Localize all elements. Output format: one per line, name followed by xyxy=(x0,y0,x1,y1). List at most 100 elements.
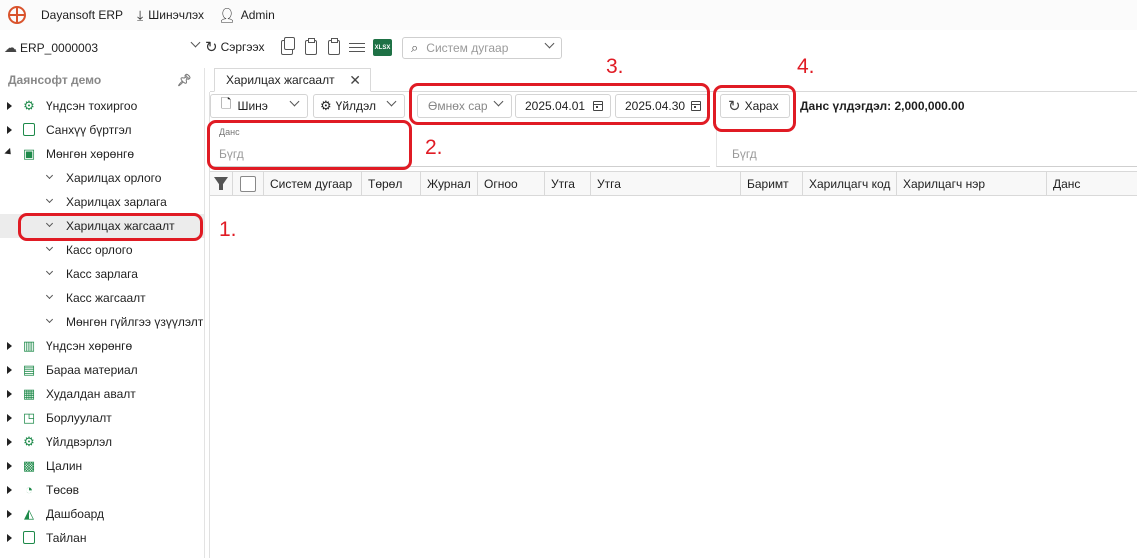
sidebar-subitem-label: Касс орлого xyxy=(66,243,133,257)
sidebar-item-label: Санхүү бүртгэл xyxy=(46,123,132,137)
search-icon: ⌕ xyxy=(411,40,419,55)
annotation-number-4: 4. xyxy=(797,55,815,78)
context-bar: ☁︎ ERP_0000003 ↻ Сэргээх XLSX ⌕ xyxy=(0,34,1137,62)
sidebar-subitem-bank-expense[interactable]: Харилцах зарлага xyxy=(0,190,204,214)
excel-export-icon[interactable]: XLSX xyxy=(373,39,392,56)
column-document[interactable]: Баримт xyxy=(741,172,803,195)
expand-arrow-icon[interactable] xyxy=(7,390,12,398)
annotation-number-3: 3. xyxy=(606,55,624,78)
expand-arrow-icon[interactable] xyxy=(7,102,12,110)
cloud-icon: ☁︎ xyxy=(4,40,17,55)
expand-arrow-icon[interactable] xyxy=(7,126,12,134)
sidebar-subitem-cash-list[interactable]: Касс жагсаалт xyxy=(0,286,204,310)
filter-funnel-icon[interactable] xyxy=(210,172,232,195)
sidebar-item-label: Худалдан авалт xyxy=(46,387,136,401)
sidebar-header: Даянсофт демо 📌︎ xyxy=(0,68,204,92)
expand-arrow-icon[interactable] xyxy=(7,342,12,350)
expand-arrow-icon[interactable] xyxy=(7,534,12,542)
user-label: Admin xyxy=(240,8,275,22)
column-date[interactable]: Огноо xyxy=(478,172,545,195)
new-button[interactable]: 🗋︎ Шинэ xyxy=(210,94,308,118)
sidebar-item-label: Үндсэн тохиргоо xyxy=(46,99,138,113)
column-partner-code[interactable]: Харилцагч код xyxy=(803,172,897,195)
new-document-icon: 🗋︎ xyxy=(221,96,232,111)
pin-icon[interactable]: 📌︎ xyxy=(177,73,192,87)
sidebar-item-sales[interactable]: ◳ Борлуулалт xyxy=(0,406,204,430)
sidebar-item-finance[interactable]: Санхүү бүртгэл xyxy=(0,118,204,142)
sidebar-item-dashboard[interactable]: ◭ Дашбоард xyxy=(0,502,204,526)
title-bar: Dayansoft ERP ⤓ Шинэчлэх 👤︎ Admin xyxy=(0,0,1137,30)
gear-icon: ⚙︎ xyxy=(23,97,35,113)
app-title: Dayansoft ERP xyxy=(41,8,124,22)
column-journal[interactable]: Журнал xyxy=(421,172,478,195)
download-arrow-icon: ⤓ xyxy=(137,6,144,23)
money-icon: ▣ xyxy=(22,145,36,161)
expand-arrow-icon[interactable] xyxy=(7,414,12,422)
chevron-down-icon[interactable] xyxy=(289,96,300,107)
search-input[interactable] xyxy=(426,41,527,55)
menu-lines-icon[interactable] xyxy=(349,43,365,52)
pie-chart-icon: ◔ xyxy=(25,482,33,497)
chevron-down-icon[interactable] xyxy=(386,96,397,107)
sidebar-subitem-bank-income[interactable]: Харилцах орлого xyxy=(0,166,204,190)
column-account[interactable]: Данс xyxy=(1047,172,1137,195)
annotation-number-1: 1. xyxy=(219,218,237,241)
tab-label: Харилцах жагсаалт xyxy=(226,73,335,87)
annotation-box-3 xyxy=(409,83,710,125)
sidebar-subitem-label: Касс зарлага xyxy=(66,267,138,281)
chevron-down-icon xyxy=(45,171,54,180)
expand-arrow-icon[interactable] xyxy=(7,462,12,470)
second-filter-value: Бүгд xyxy=(732,147,757,161)
sidebar-item-label: Үйлдвэрлэл xyxy=(46,435,113,449)
sidebar-item-inventory[interactable]: ▤ Бараа материал xyxy=(0,358,204,382)
sidebar-subitem-cash-income[interactable]: Касс орлого xyxy=(0,238,204,262)
column-value-2[interactable]: Утга xyxy=(591,172,741,195)
chevron-down-icon xyxy=(45,243,54,252)
chevron-down-icon[interactable] xyxy=(190,37,201,48)
grid-header: Систем дугаар Төрөл Журнал Огноо Утга Ут… xyxy=(210,171,1137,196)
sidebar: Даянсофт демо 📌︎ ⚙︎ Үндсэн тохиргоо Санх… xyxy=(0,68,204,558)
column-partner-name[interactable]: Харилцагч нэр xyxy=(897,172,1047,195)
cart-icon: ▦ xyxy=(22,385,36,401)
sidebar-item-label: Дашбоард xyxy=(46,507,105,521)
erp-id-selector[interactable]: ERP_0000003 xyxy=(20,41,98,55)
sidebar-item-cash-assets[interactable]: ▣ Мөнгөн хөрөнгө xyxy=(0,142,204,166)
sidebar-item-label: Төсөв xyxy=(46,483,80,497)
column-type[interactable]: Төрөл xyxy=(362,172,421,195)
copy-icon[interactable] xyxy=(281,37,295,55)
sidebar-item-label: Борлуулалт xyxy=(46,411,112,425)
sidebar-item-purchasing[interactable]: ▦ Худалдан авалт xyxy=(0,382,204,406)
navigation-tree: ⚙︎ Үндсэн тохиргоо Санхүү бүртгэл ▣ Мөнг… xyxy=(0,94,204,550)
chevron-down-icon[interactable] xyxy=(544,38,555,49)
expand-arrow-icon[interactable] xyxy=(7,366,12,374)
sidebar-item-fixed-assets[interactable]: ▥ Үндсэн хөрөнгө xyxy=(0,334,204,358)
sidebar-item-label: Мөнгөн хөрөнгө xyxy=(46,147,135,161)
column-system-number[interactable]: Систем дугаар xyxy=(264,172,362,195)
report-icon xyxy=(22,530,36,545)
expand-arrow-icon[interactable] xyxy=(7,486,12,494)
sidebar-item-label: Цалин xyxy=(46,459,83,473)
action-button[interactable]: ⚙︎ Үйлдэл xyxy=(313,94,405,118)
update-button[interactable]: ⤓ Шинэчлэх xyxy=(137,0,204,30)
expand-arrow-icon[interactable] xyxy=(7,510,12,518)
column-value-1[interactable]: Утга xyxy=(545,172,591,195)
clipboard-paste-icon[interactable] xyxy=(328,38,340,55)
action-label: Үйлдэл xyxy=(335,99,377,113)
refresh-button[interactable]: ↻ Сэргээх xyxy=(205,38,265,56)
close-icon[interactable]: ✕ xyxy=(349,72,361,89)
user-menu[interactable]: 👤︎ Admin xyxy=(218,0,275,30)
collapse-arrow-icon[interactable] xyxy=(4,147,14,158)
system-number-search[interactable]: ⌕ xyxy=(402,37,562,59)
expand-arrow-icon[interactable] xyxy=(7,438,12,446)
clipboard-icon[interactable] xyxy=(305,38,317,55)
sidebar-item-reports[interactable]: Тайлан xyxy=(0,526,204,550)
sidebar-item-payroll[interactable]: ▩ Цалин xyxy=(0,454,204,478)
tab-bank-list[interactable]: Харилцах жагсаалт ✕ xyxy=(214,68,371,92)
sidebar-subitem-cash-expense[interactable]: Касс зарлага xyxy=(0,262,204,286)
annotation-box-2 xyxy=(207,120,412,170)
sidebar-item-budget[interactable]: ◔ Төсөв xyxy=(0,478,204,502)
sidebar-item-basic-settings[interactable]: ⚙︎ Үндсэн тохиргоо xyxy=(0,94,204,118)
sidebar-item-production[interactable]: ⚙︎ Үйлдвэрлэл xyxy=(0,430,204,454)
sidebar-subitem-label: Касс жагсаалт xyxy=(66,291,146,305)
sidebar-subitem-cashflow-indicator[interactable]: Мөнгөн гүйлгээ үзүүлэлт xyxy=(0,310,204,334)
